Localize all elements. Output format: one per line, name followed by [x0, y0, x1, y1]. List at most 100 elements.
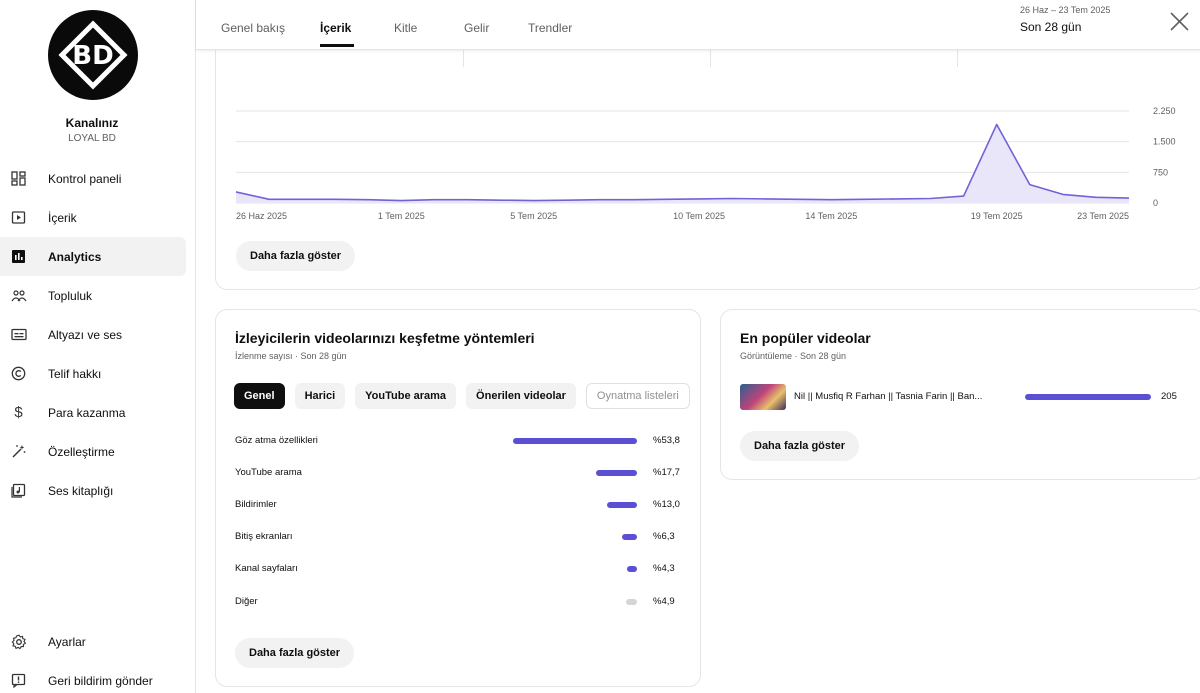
content-icon: [10, 209, 27, 226]
y-tick-label: 0: [1153, 198, 1158, 208]
sidebar-item-subtitles[interactable]: Altyazı ve ses: [0, 315, 186, 354]
audio-library-icon: [10, 482, 27, 499]
tab-revenue[interactable]: Gelir: [464, 21, 489, 35]
analytics-app: BD Kanalınız LOYAL BD Kontrol paneli İçe…: [0, 0, 1200, 693]
x-tick-label: 23 Tem 2025: [1077, 211, 1129, 221]
avatar-text: BD: [72, 41, 113, 71]
sidebar-nav: Kontrol paneli İçerik Analytics Topluluk: [0, 159, 186, 510]
source-bar: [627, 566, 637, 572]
y-tick-label: 1.500: [1153, 137, 1176, 147]
sidebar-item-content[interactable]: İçerik: [0, 198, 186, 237]
views-line-chart[interactable]: 0 750 1.500 2.250 26 Haz 2025 1 Tem 2025 5 Tem…: [216, 21, 1200, 291]
chip-youtube-search[interactable]: YouTube arama: [355, 383, 457, 409]
sidebar-item-label: Telif hakkı: [48, 366, 102, 381]
sources-show-more-button[interactable]: Daha fazla göster: [235, 638, 355, 668]
sidebar-item-label: Altyazı ve ses: [48, 327, 123, 342]
source-label: Kanal sayfaları: [235, 563, 298, 574]
source-percent: %6,3: [653, 531, 675, 542]
active-tab-indicator: [320, 44, 354, 47]
channel-avatar[interactable]: BD: [48, 10, 138, 100]
community-icon: [10, 287, 27, 304]
sidebar-item-audio-library[interactable]: Ses kitaplığı: [0, 471, 186, 510]
sidebar-item-dashboard[interactable]: Kontrol paneli: [0, 159, 186, 198]
source-bar: [513, 438, 637, 444]
source-percent: %4,9: [653, 596, 675, 607]
feedback-icon: [10, 672, 27, 689]
dollar-icon: $: [14, 404, 23, 421]
chip-external[interactable]: Harici: [294, 383, 346, 409]
top-videos-show-more-button[interactable]: Daha fazla göster: [740, 431, 860, 461]
traffic-source-row[interactable]: Bildirimler %13,0: [235, 499, 680, 513]
channel-name: LOYAL BD: [68, 133, 116, 144]
traffic-sources-title: İzleyicilerin videolarınızı keşfetme yön…: [235, 330, 535, 346]
traffic-source-row[interactable]: Kanal sayfaları %4,3: [235, 563, 675, 577]
sidebar-item-label: Para kazanma: [48, 405, 126, 420]
chart-show-more-button[interactable]: Daha fazla göster: [236, 241, 356, 271]
sidebar-bottom-nav: Ayarlar Geri bildirim gönder: [0, 622, 186, 693]
close-icon[interactable]: [1168, 10, 1192, 34]
tab-content[interactable]: İçerik: [320, 21, 351, 35]
x-tick-label: 14 Tem 2025: [805, 211, 857, 221]
analytics-icon: [10, 248, 27, 265]
sidebar-item-feedback[interactable]: Geri bildirim gönder: [0, 661, 186, 693]
sidebar-item-label: Topluluk: [48, 288, 93, 303]
copyright-icon: [10, 365, 27, 382]
source-filter-chips: Genel Harici YouTube arama Önerilen vide…: [234, 383, 690, 409]
sidebar-item-monetization[interactable]: $ Para kazanma: [0, 393, 186, 432]
tab-audience[interactable]: Kitle: [394, 21, 417, 35]
source-label: Bitiş ekranları: [235, 531, 293, 542]
sidebar: BD Kanalınız LOYAL BD Kontrol paneli İçe…: [0, 0, 196, 693]
traffic-source-row[interactable]: Diğer %4,9: [235, 596, 675, 610]
video-views-count: 205: [1161, 391, 1177, 402]
source-bar: [596, 470, 637, 476]
video-thumbnail[interactable]: [740, 384, 786, 410]
tab-overview[interactable]: Genel bakış: [221, 21, 285, 35]
sidebar-item-label: İçerik: [48, 210, 77, 225]
source-label: Bildirimler: [235, 499, 277, 510]
traffic-source-row[interactable]: YouTube arama %17,7: [235, 467, 680, 481]
sidebar-item-label: Ayarlar: [48, 634, 86, 649]
source-label: Göz atma özellikleri: [235, 435, 318, 446]
source-label: YouTube arama: [235, 467, 302, 478]
sidebar-item-settings[interactable]: Ayarlar: [0, 622, 186, 661]
video-views-bar: [1025, 394, 1151, 400]
traffic-source-row[interactable]: Bitiş ekranları %6,3: [235, 531, 675, 545]
chip-playlists: Oynatma listeleri: [585, 383, 690, 409]
top-videos-subtitle: Görüntüleme · Son 28 gün: [740, 351, 847, 361]
sidebar-item-analytics[interactable]: Analytics: [0, 237, 186, 276]
dashboard-icon: [10, 170, 27, 187]
traffic-sources-subtitle: İzlenme sayısı · Son 28 gün: [235, 351, 347, 361]
channel-title: Kanalınız: [65, 116, 119, 130]
gear-icon: [10, 633, 27, 650]
date-range-text[interactable]: 26 Haz – 23 Tem 2025: [1020, 5, 1110, 15]
sidebar-item-copyright[interactable]: Telif hakkı: [0, 354, 186, 393]
traffic-sources-card: İzleyicilerin videolarınızı keşfetme yön…: [215, 309, 701, 687]
sidebar-item-customization[interactable]: Özelleştirme: [0, 432, 186, 471]
video-title[interactable]: Nil || Musfiq R Farhan || Tasnia Farin |…: [794, 391, 982, 402]
magic-wand-icon: [10, 443, 27, 460]
sidebar-item-label: Özelleştirme: [48, 444, 115, 459]
y-tick-label: 2.250: [1153, 106, 1176, 116]
views-chart-card: 0 750 1.500 2.250 26 Haz 2025 1 Tem 2025 5 Tem…: [215, 20, 1200, 290]
chip-general[interactable]: Genel: [234, 383, 285, 409]
sidebar-item-label: Ses kitaplığı: [48, 483, 114, 498]
top-videos-card: En popüler videolar Görüntüleme · Son 28…: [720, 309, 1200, 480]
chip-suggested-videos[interactable]: Önerilen videolar: [466, 383, 576, 409]
top-video-row[interactable]: Nil || Musfiq R Farhan || Tasnia Farin |…: [740, 383, 1190, 411]
channel-logo-icon: BD: [58, 20, 128, 90]
x-tick-label: 5 Tem 2025: [510, 211, 557, 221]
source-percent: %53,8: [653, 435, 680, 446]
tab-trends[interactable]: Trendler: [528, 21, 572, 35]
date-period-select[interactable]: Son 28 gün: [1020, 20, 1081, 34]
source-label: Diğer: [235, 596, 258, 607]
source-percent: %13,0: [653, 499, 680, 510]
source-bar: [607, 502, 637, 508]
sidebar-item-label: Analytics: [48, 249, 102, 264]
x-tick-label: 26 Haz 2025: [236, 211, 287, 221]
sidebar-item-community[interactable]: Topluluk: [0, 276, 186, 315]
traffic-source-row[interactable]: Göz atma özellikleri %53,8: [235, 435, 680, 449]
views-area: [236, 124, 1129, 203]
source-bar: [625, 599, 637, 605]
sidebar-item-label: Geri bildirim gönder: [48, 673, 153, 688]
source-bar: [622, 534, 637, 540]
